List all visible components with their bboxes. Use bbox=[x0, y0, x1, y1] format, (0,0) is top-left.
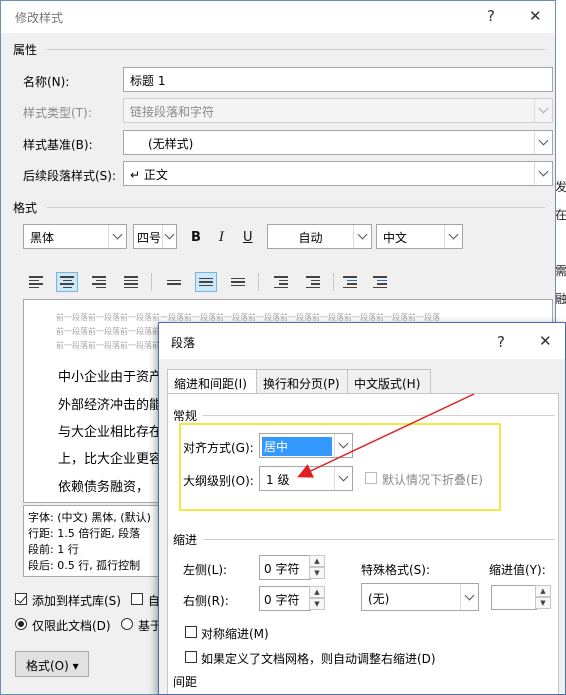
annotation-arrow bbox=[297, 393, 475, 478]
